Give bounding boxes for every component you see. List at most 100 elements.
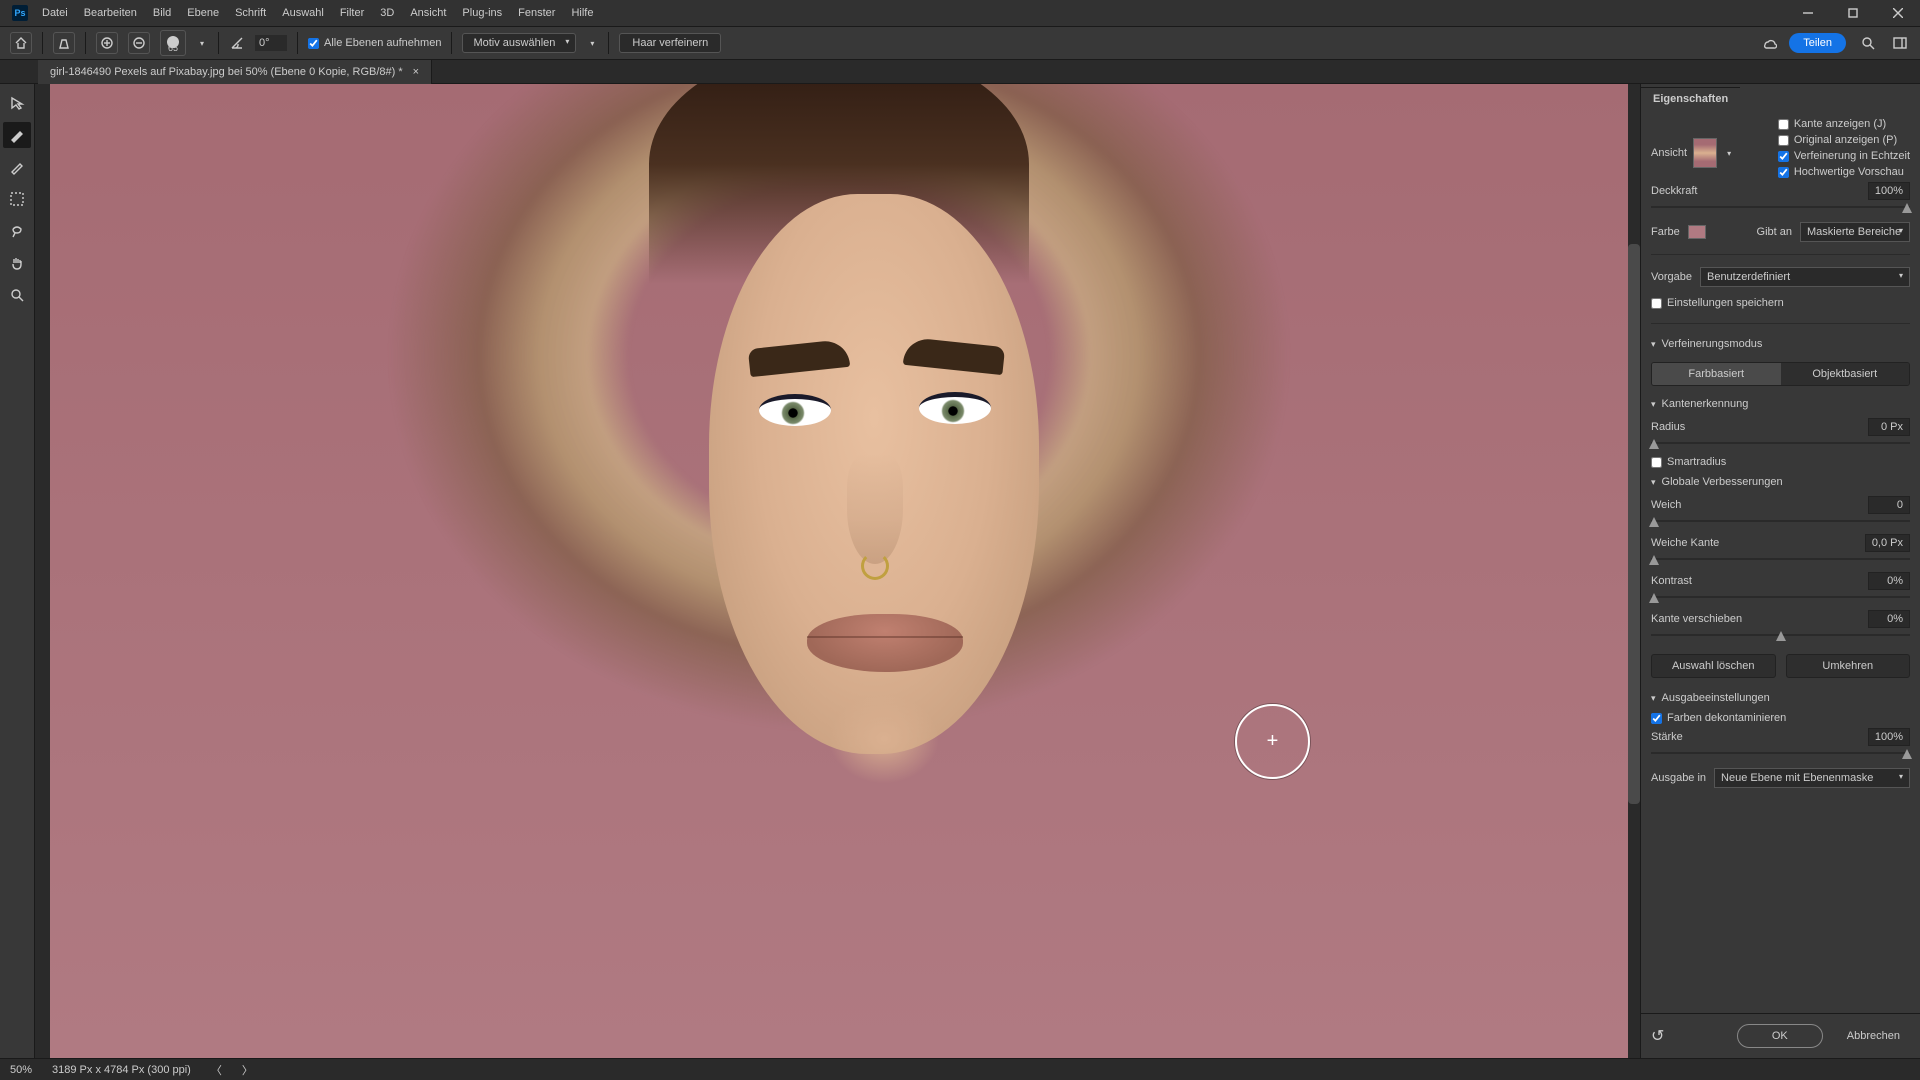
close-tab-icon[interactable]: × xyxy=(413,66,419,78)
decontaminate-colors-checkbox[interactable]: Farben dekontaminieren xyxy=(1651,712,1910,724)
opacity-value[interactable]: 100% xyxy=(1868,182,1910,200)
edge-detection-section[interactable]: ▾Kantenerkennung xyxy=(1651,394,1910,414)
document-dimensions: 3189 Px x 4784 Px (300 ppi) xyxy=(52,1064,191,1076)
menu-auswahl[interactable]: Auswahl xyxy=(282,7,324,19)
menu-fenster[interactable]: Fenster xyxy=(518,7,555,19)
tools-panel xyxy=(0,84,35,1058)
brush-preset-picker[interactable]: 65 xyxy=(160,30,186,56)
document-tabs: girl-1846490 Pexels auf Pixabay.jpg bei … xyxy=(0,60,1920,84)
shift-edge-label: Kante verschieben xyxy=(1651,613,1860,625)
window-minimize-button[interactable] xyxy=(1785,0,1830,26)
lasso-tool[interactable] xyxy=(3,218,31,244)
menu-ebene[interactable]: Ebene xyxy=(187,7,219,19)
overlay-color-swatch[interactable] xyxy=(1688,225,1706,239)
menu-bar: Ps Datei Bearbeiten Bild Ebene Schrift A… xyxy=(0,0,1920,26)
radius-value[interactable]: 0 Px xyxy=(1868,418,1910,436)
document-title: girl-1846490 Pexels auf Pixabay.jpg bei … xyxy=(50,66,403,78)
angle-input[interactable] xyxy=(255,35,287,51)
window-maximize-button[interactable] xyxy=(1830,0,1875,26)
add-mode-button[interactable] xyxy=(96,32,118,54)
status-caret-left[interactable]: 〈 xyxy=(211,1062,222,1078)
subtract-mode-button[interactable] xyxy=(128,32,150,54)
angle-icon xyxy=(229,35,245,51)
overlay-color-label: Farbe xyxy=(1651,226,1680,238)
window-close-button[interactable] xyxy=(1875,0,1920,26)
output-to-select[interactable]: Neue Ebene mit Ebenenmaske xyxy=(1714,768,1910,788)
hand-tool[interactable] xyxy=(3,250,31,276)
global-refinements-section[interactable]: ▾Globale Verbesserungen xyxy=(1651,472,1910,492)
feather-value[interactable]: 0,0 Px xyxy=(1865,534,1910,552)
cancel-button[interactable]: Abbrechen xyxy=(1837,1025,1910,1047)
ok-button[interactable]: OK xyxy=(1737,1024,1823,1048)
chevron-down-icon[interactable]: ▾ xyxy=(1727,149,1731,158)
radius-slider[interactable] xyxy=(1651,442,1910,444)
menu-schrift[interactable]: Schrift xyxy=(235,7,266,19)
indicates-label: Gibt an xyxy=(1757,226,1792,238)
amount-value[interactable]: 100% xyxy=(1868,728,1910,746)
remember-settings-checkbox[interactable]: Einstellungen speichern xyxy=(1651,297,1910,309)
tool-preset-button[interactable] xyxy=(53,32,75,54)
status-caret-right[interactable]: 〉 xyxy=(242,1062,253,1078)
refine-mode-section[interactable]: ▾Verfeinerungsmodus xyxy=(1651,334,1910,354)
document-tab[interactable]: girl-1846490 Pexels auf Pixabay.jpg bei … xyxy=(38,60,432,84)
reset-icon[interactable]: ↺ xyxy=(1651,1026,1664,1046)
color-aware-option[interactable]: Farbbasiert xyxy=(1652,363,1781,385)
menu-bild[interactable]: Bild xyxy=(153,7,171,19)
sample-all-layers-checkbox[interactable]: Alle Ebenen aufnehmen xyxy=(308,37,441,49)
invert-button[interactable]: Umkehren xyxy=(1786,654,1911,678)
output-settings-section[interactable]: ▾Ausgabeeinstellungen xyxy=(1651,688,1910,708)
opacity-label: Deckkraft xyxy=(1651,185,1860,197)
quick-select-tool[interactable] xyxy=(3,90,31,116)
contrast-value[interactable]: 0% xyxy=(1868,572,1910,590)
feather-slider[interactable] xyxy=(1651,558,1910,560)
refine-hair-button[interactable]: Haar verfeinern xyxy=(619,33,721,53)
cloud-docs-icon[interactable] xyxy=(1761,35,1777,51)
menu-bearbeiten[interactable]: Bearbeiten xyxy=(84,7,137,19)
menu-ansicht[interactable]: Ansicht xyxy=(410,7,446,19)
indicates-select[interactable]: Maskierte Bereiche xyxy=(1800,222,1910,242)
menu-3d[interactable]: 3D xyxy=(380,7,394,19)
zoom-tool[interactable] xyxy=(3,282,31,308)
smooth-slider[interactable] xyxy=(1651,520,1910,522)
refine-mode-toggle[interactable]: Farbbasiert Objektbasiert xyxy=(1651,362,1910,386)
shift-edge-slider[interactable] xyxy=(1651,634,1910,636)
realtime-refine-checkbox[interactable]: Verfeinerung in Echtzeit xyxy=(1778,150,1910,162)
view-thumbnail[interactable] xyxy=(1693,138,1717,168)
smooth-value[interactable]: 0 xyxy=(1868,496,1910,514)
vertical-scrollbar[interactable] xyxy=(1628,84,1640,1058)
chevron-down-icon[interactable]: ▾ xyxy=(200,39,204,48)
search-icon[interactable] xyxy=(1858,33,1878,53)
shift-edge-value[interactable]: 0% xyxy=(1868,610,1910,628)
object-select-tool[interactable] xyxy=(3,186,31,212)
clear-selection-button[interactable]: Auswahl löschen xyxy=(1651,654,1776,678)
object-aware-option[interactable]: Objektbasiert xyxy=(1781,363,1910,385)
workspace-icon[interactable] xyxy=(1890,33,1910,53)
menu-filter[interactable]: Filter xyxy=(340,7,364,19)
smart-radius-checkbox[interactable]: Smartradius xyxy=(1651,456,1910,468)
menu-plugins[interactable]: Plug-ins xyxy=(462,7,502,19)
chevron-down-icon[interactable]: ▾ xyxy=(590,39,594,48)
properties-panel: Eigenschaften Ansicht ▾ Kante anzeigen (… xyxy=(1640,84,1920,1058)
brush-tool[interactable] xyxy=(3,154,31,180)
show-edge-checkbox[interactable]: Kante anzeigen (J) xyxy=(1778,118,1910,130)
properties-tab[interactable]: Eigenschaften xyxy=(1641,87,1740,110)
share-button[interactable]: Teilen xyxy=(1789,33,1846,53)
hq-preview-checkbox[interactable]: Hochwertige Vorschau xyxy=(1778,166,1910,178)
refine-edge-brush-tool[interactable] xyxy=(3,122,31,148)
preset-label: Vorgabe xyxy=(1651,271,1692,283)
home-button[interactable] xyxy=(10,32,32,54)
select-subject-button[interactable]: Motiv auswählen xyxy=(462,33,576,53)
plus-icon: + xyxy=(1267,730,1279,753)
app-icon: Ps xyxy=(12,5,28,21)
contrast-slider[interactable] xyxy=(1651,596,1910,598)
brush-cursor: + xyxy=(1235,704,1310,779)
menu-datei[interactable]: Datei xyxy=(42,7,68,19)
menu-hilfe[interactable]: Hilfe xyxy=(571,7,593,19)
preset-select[interactable]: Benutzerdefiniert xyxy=(1700,267,1910,287)
zoom-level[interactable]: 50% xyxy=(10,1064,32,1076)
canvas[interactable]: + xyxy=(35,84,1640,1058)
opacity-slider[interactable] xyxy=(1651,206,1910,208)
show-original-checkbox[interactable]: Original anzeigen (P) xyxy=(1778,134,1910,146)
amount-slider[interactable] xyxy=(1651,752,1910,754)
smooth-label: Weich xyxy=(1651,499,1860,511)
